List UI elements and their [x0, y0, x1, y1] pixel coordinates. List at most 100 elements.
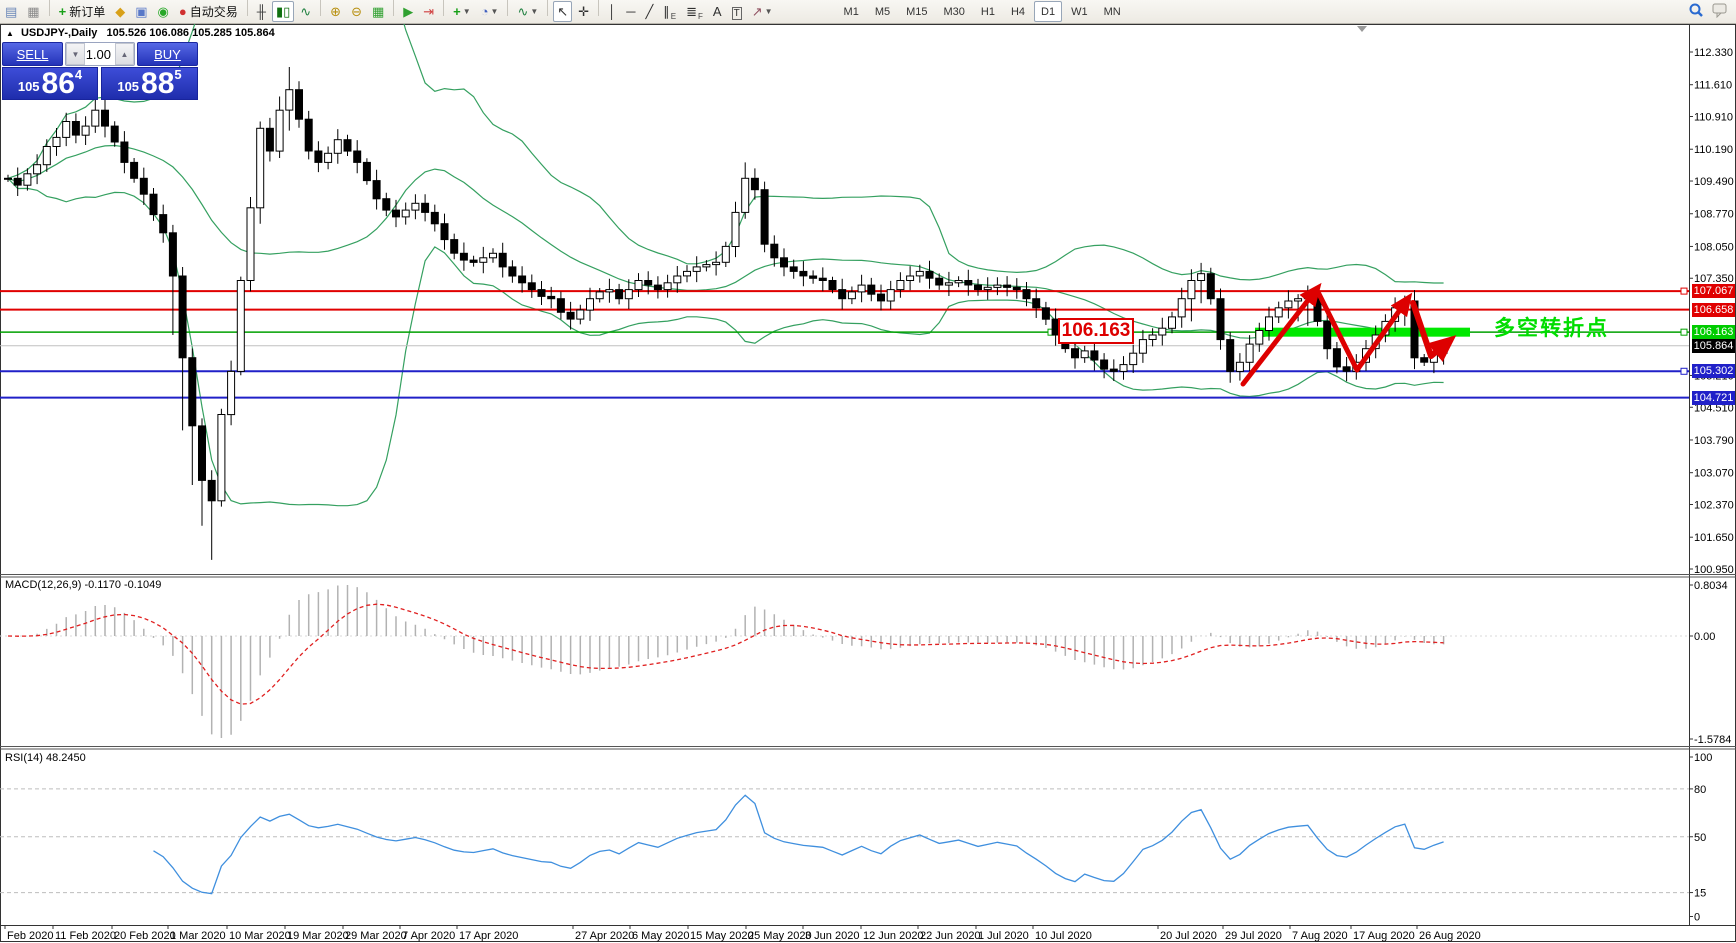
ask-price-big: 88 — [141, 71, 174, 97]
text-label-icon: T — [732, 7, 742, 20]
volume-value[interactable]: 1.00 — [85, 43, 115, 65]
svg-text:25 May 2020: 25 May 2020 — [748, 930, 812, 942]
metaeditor-icon[interactable]: ◆ — [111, 1, 129, 22]
volume-decrease-button[interactable]: ▼ — [66, 43, 85, 65]
auto-scroll-icon: ▶ — [403, 5, 413, 18]
metatrader-window: ▤▦+新订单◆▣◉●自动交易╫▮▯∿⊕⊖▦▶⇥+▼◔▼∿▼↖✛│─╱∥E≣FAT… — [0, 0, 1736, 943]
rsi-indicator-label: RSI(14) 48.2450 — [5, 752, 86, 764]
autotrading-button[interactable]: ●自动交易 — [175, 1, 242, 22]
timeframe-button-h1[interactable]: H1 — [974, 1, 1002, 22]
sell-button[interactable]: SELL — [2, 42, 63, 66]
timeframe-button-m1[interactable]: M1 — [837, 1, 866, 22]
text-label-icon[interactable]: T — [728, 3, 746, 24]
bid-price-pip: 4 — [75, 68, 82, 82]
svg-text:0.8034: 0.8034 — [1694, 580, 1728, 592]
timeframe-button-mn[interactable]: MN — [1097, 1, 1128, 22]
cursor-icon[interactable]: ↖ — [553, 1, 572, 22]
svg-text:17 Aug 2020: 17 Aug 2020 — [1353, 930, 1415, 942]
one-click-trading-panel: SELL ▼ 1.00 ▲ BUY 105 86 4 105 88 5 — [2, 42, 198, 100]
fibonacci-icon[interactable]: ≣F — [682, 1, 707, 22]
svg-text:29 Jul 2020: 29 Jul 2020 — [1225, 930, 1282, 942]
volume-increase-button[interactable]: ▲ — [115, 43, 134, 65]
svg-text:15 May 2020: 15 May 2020 — [690, 930, 754, 942]
zoom-in-icon[interactable]: ⊕ — [326, 1, 345, 22]
svg-text:26 Aug 2020: 26 Aug 2020 — [1419, 930, 1481, 942]
bar-chart-icon[interactable]: ╫ — [253, 1, 270, 22]
horizontal-line-icon[interactable]: ─ — [622, 1, 639, 22]
signals-icon[interactable]: ◉ — [154, 1, 173, 22]
periods-icon: ◔ — [481, 5, 489, 18]
timeframe-button-h4[interactable]: H4 — [1004, 1, 1032, 22]
candlestick-chart-icon[interactable]: ▮▯ — [272, 1, 294, 22]
svg-text:10 Jul 2020: 10 Jul 2020 — [1035, 930, 1092, 942]
text-icon[interactable]: A — [709, 1, 726, 22]
volume-field[interactable]: ▼ 1.00 ▲ — [65, 42, 135, 66]
macd-indicator-label: MACD(12,26,9) -0.1170 -0.1049 — [5, 579, 161, 591]
ask-price-prefix: 105 — [117, 77, 139, 97]
svg-text:112.330: 112.330 — [1694, 47, 1733, 59]
market-watch-icon[interactable]: ▣ — [131, 1, 151, 22]
new-chart-icon[interactable]: +▼ — [449, 1, 475, 22]
chart-canvas[interactable]: 112.330111.610110.910110.190109.490108.7… — [0, 0, 1736, 943]
symbol-title: USDJPY-,Daily — [21, 27, 97, 39]
svg-text:11 Feb 2020: 11 Feb 2020 — [55, 930, 116, 942]
svg-text:108.050: 108.050 — [1694, 241, 1734, 253]
collapse-panel-icon[interactable]: ▲ — [6, 29, 14, 38]
timeframe-toolbar: M1M5M15M30H1H4D1W1MN — [836, 1, 1129, 22]
metaeditor-icon: ◆ — [115, 5, 125, 18]
crosshair-icon[interactable]: ✛ — [574, 1, 593, 22]
svg-text:17 Apr 2020: 17 Apr 2020 — [459, 930, 518, 942]
ask-price-panel[interactable]: 105 88 5 — [101, 67, 198, 100]
equidistant-channel-icon: ∥ — [663, 5, 670, 18]
indicators-icon[interactable]: ∿▼ — [513, 1, 542, 22]
timeframe-button-m30[interactable]: M30 — [937, 1, 972, 22]
timeframe-button-w1[interactable]: W1 — [1064, 1, 1095, 22]
svg-text:6 May 2020: 6 May 2020 — [632, 930, 689, 942]
svg-text:19 Mar 2020: 19 Mar 2020 — [287, 930, 349, 942]
toolbar-right — [1688, 2, 1730, 18]
timeframe-button-m5[interactable]: M5 — [868, 1, 897, 22]
tile-windows-icon[interactable]: ▦ — [368, 1, 388, 22]
turning-point-annotation[interactable]: 多空转折点 — [1494, 312, 1609, 342]
trendline-icon[interactable]: ╱ — [641, 1, 657, 22]
toolbar-separator — [49, 0, 50, 16]
svg-text:20 Feb 2020: 20 Feb 2020 — [114, 930, 176, 942]
ask-price-pip: 5 — [174, 68, 181, 82]
timeframe-button-m15[interactable]: M15 — [899, 1, 934, 22]
svg-text:7 Apr 2020: 7 Apr 2020 — [402, 930, 455, 942]
crosshair-icon: ✛ — [578, 5, 589, 18]
terminal-window-icon[interactable]: ▤ — [1, 1, 21, 22]
auto-scroll-icon[interactable]: ▶ — [399, 1, 417, 22]
arrows-icon[interactable]: ↗▼ — [748, 1, 777, 22]
fibonacci-icon: ≣ — [686, 5, 697, 18]
svg-text:80: 80 — [1694, 784, 1706, 796]
bar-chart-icon: ╫ — [257, 5, 266, 18]
periods-icon[interactable]: ◔▼ — [477, 1, 503, 22]
svg-text:3 Jun 2020: 3 Jun 2020 — [805, 930, 859, 942]
chart-shift-icon[interactable]: ⇥ — [419, 1, 438, 22]
zoom-out-icon[interactable]: ⊖ — [347, 1, 366, 22]
price-annotation-box[interactable]: 106.163 — [1058, 318, 1134, 344]
dropdown-arrow-icon: ▼ — [463, 7, 471, 16]
chat-icon[interactable] — [1712, 2, 1730, 18]
candlestick-chart-icon: ▮▯ — [276, 5, 290, 18]
timeframe-button-d1[interactable]: D1 — [1034, 1, 1062, 22]
svg-text:0.00: 0.00 — [1694, 631, 1715, 643]
search-icon[interactable] — [1688, 2, 1704, 18]
vertical-line-icon: │ — [608, 5, 616, 18]
vertical-line-icon[interactable]: │ — [604, 1, 620, 22]
toolbar: ▤▦+新订单◆▣◉●自动交易╫▮▯∿⊕⊖▦▶⇥+▼◔▼∿▼↖✛│─╱∥E≣FAT… — [0, 0, 1736, 24]
chart-profile-icon[interactable]: ▦ — [23, 1, 43, 22]
new-order-button[interactable]: +新订单 — [55, 1, 110, 22]
toolbar-groups: ▤▦+新订单◆▣◉●自动交易╫▮▯∿⊕⊖▦▶⇥+▼◔▼∿▼↖✛│─╱∥E≣FAT… — [0, 0, 778, 24]
svg-text:1 Mar 2020: 1 Mar 2020 — [170, 930, 226, 942]
svg-text:27 Apr 2020: 27 Apr 2020 — [575, 930, 634, 942]
symbol-info-bar[interactable]: ▲ USDJPY-,Daily 105.526 106.086 105.285 … — [6, 27, 275, 39]
bid-price-panel[interactable]: 105 86 4 — [2, 67, 98, 100]
equidistant-channel-icon[interactable]: ∥E — [659, 1, 680, 22]
symbol-ohlc-values: 105.526 106.086 105.285 105.864 — [106, 27, 274, 39]
line-chart-icon[interactable]: ∿ — [296, 1, 315, 22]
buy-button[interactable]: BUY — [137, 42, 198, 66]
text-icon: A — [713, 5, 722, 18]
svg-text:29 Mar 2020: 29 Mar 2020 — [345, 930, 407, 942]
